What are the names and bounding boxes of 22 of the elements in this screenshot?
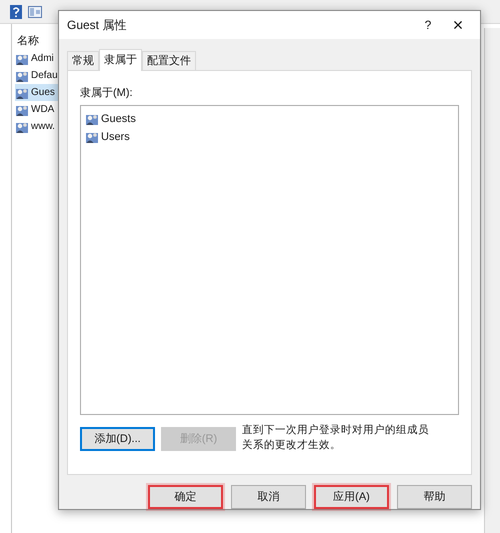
dialog-button[interactable]: 确定 [148, 485, 223, 509]
action-button[interactable]: 添加(D)... [80, 427, 155, 452]
panel-icon[interactable] [28, 6, 42, 18]
dialog-button[interactable]: 取消 [231, 485, 306, 509]
group-item[interactable]: Users [85, 128, 458, 146]
tab[interactable]: 常规 [67, 51, 99, 70]
tab[interactable]: 隶属于 [99, 49, 142, 72]
list-item[interactable]: www. [15, 118, 72, 135]
dialog-button[interactable]: 帮助 [397, 485, 472, 509]
help-button[interactable]: ? [414, 12, 442, 37]
dialog-button[interactable]: 应用(A) [314, 485, 389, 509]
window-title: Guest 属性 [67, 16, 128, 34]
group-icon [85, 112, 99, 126]
note-text: 直到下一次用户登录时对用户的组成员关系的更改才生效。 [242, 423, 430, 454]
close-button[interactable]: × [442, 12, 474, 37]
help-icon[interactable] [10, 4, 22, 18]
group-item[interactable]: Guests [85, 110, 458, 128]
tab[interactable]: 配置文件 [142, 51, 196, 70]
member-of-label: 隶属于(M): [80, 86, 134, 102]
list-item[interactable]: WDA [15, 101, 72, 118]
group-icon [85, 130, 99, 144]
column-header: 名称 [16, 34, 40, 49]
